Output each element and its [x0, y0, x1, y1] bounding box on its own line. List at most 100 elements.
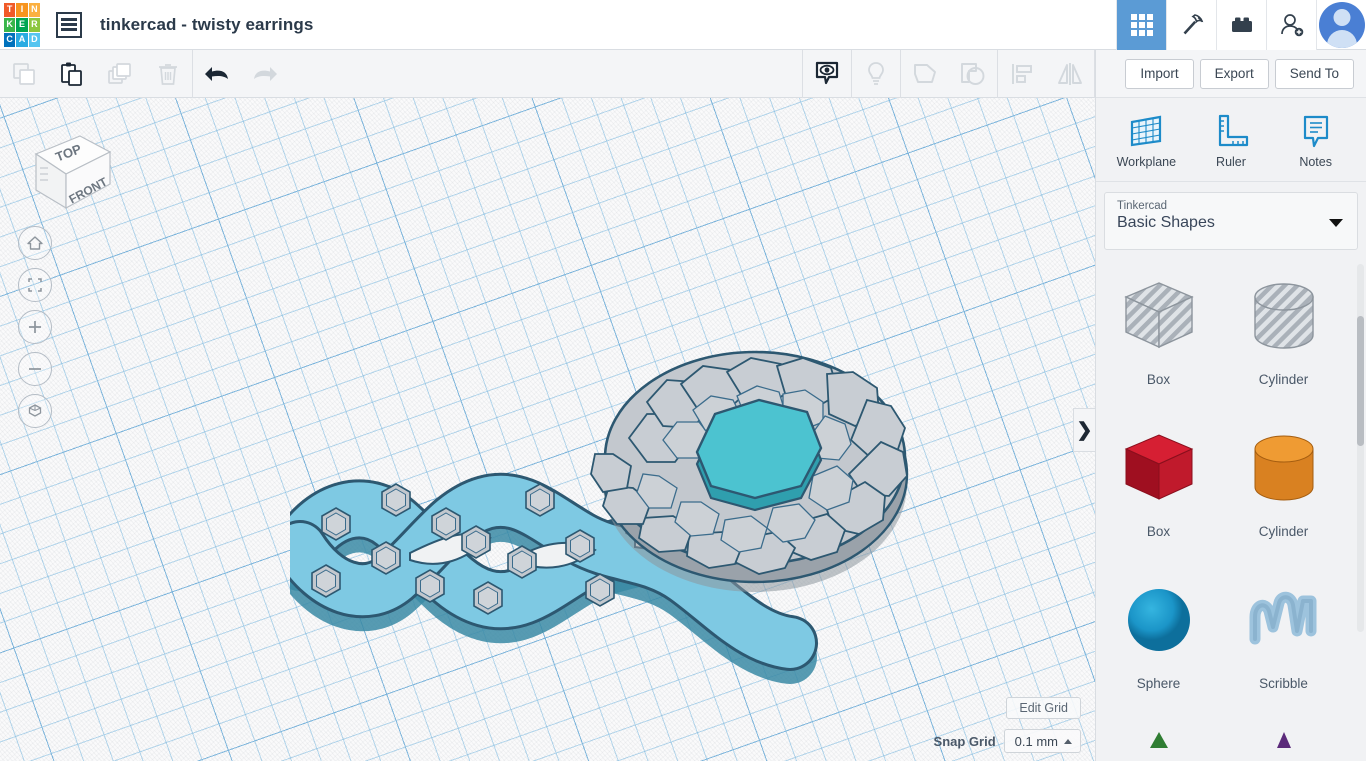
plus-icon — [29, 321, 41, 333]
hole-box-icon — [1113, 272, 1205, 364]
snap-grid-value: 0.1 mm — [1014, 733, 1058, 749]
shape-row-partial — [1096, 720, 1366, 761]
shape-item-solid-cylinder[interactable]: Cylinder — [1221, 416, 1346, 568]
paste-icon — [61, 62, 82, 86]
undo-arrow-icon — [205, 66, 228, 81]
shape-item-partial-green[interactable] — [1096, 720, 1221, 761]
show-hide-button[interactable] — [803, 50, 851, 98]
send-to-button[interactable]: Send To — [1274, 58, 1354, 89]
right-panel: Import Export Send To Workplane Ruler No… — [1095, 50, 1366, 761]
ruler-icon — [1218, 114, 1249, 146]
shape-label: Scribble — [1259, 676, 1308, 691]
snap-grid-select[interactable]: 0.1 mm — [1003, 729, 1081, 753]
eye-bubble-icon — [815, 61, 839, 84]
edit-toolbar — [0, 49, 1095, 98]
ruler-tool[interactable]: Ruler — [1192, 111, 1270, 169]
logo-cell-c: C — [4, 32, 16, 47]
view-cube[interactable]: TOP FRONT — [18, 116, 118, 216]
logo-cell-n: N — [28, 2, 40, 17]
export-button[interactable]: Export — [1199, 58, 1269, 89]
invite-button[interactable] — [1266, 0, 1316, 50]
list-menu-icon[interactable] — [56, 11, 82, 38]
snap-grid-control: Snap Grid 0.1 mm — [934, 729, 1081, 753]
panel-action-row: Import Export Send To — [1096, 50, 1366, 98]
codeblocks-button[interactable] — [1166, 0, 1216, 50]
duplicate-button[interactable] — [96, 50, 144, 98]
shape-grid: Box Cylinder Box Cylinder Sphere Scribbl… — [1096, 250, 1366, 761]
shape-library-select[interactable]: Tinkercad Basic Shapes — [1104, 192, 1358, 250]
paste-button[interactable] — [48, 50, 96, 98]
ungroup-button[interactable] — [949, 50, 997, 98]
panel-tools-row: Workplane Ruler Notes — [1096, 98, 1366, 182]
shape-item-hole-box[interactable]: Box — [1096, 264, 1221, 416]
perspective-toggle-button[interactable] — [18, 394, 52, 428]
pickaxe-icon — [1183, 13, 1203, 34]
import-button[interactable]: Import — [1125, 58, 1194, 89]
account-avatar[interactable] — [1316, 0, 1366, 50]
logo-cell-e: E — [16, 17, 28, 32]
group-button[interactable] — [901, 50, 949, 98]
mirror-flip-icon — [1058, 62, 1082, 85]
delete-button[interactable] — [144, 50, 192, 98]
shape-label: Cylinder — [1258, 524, 1309, 539]
blocks-button[interactable] — [1216, 0, 1266, 50]
shape-item-sphere[interactable]: Sphere — [1096, 568, 1221, 720]
shape-item-partial-purple[interactable] — [1221, 720, 1346, 761]
mirror-button[interactable] — [1046, 50, 1094, 98]
workplane-icon — [1131, 115, 1162, 146]
shape-label: Cylinder — [1258, 372, 1309, 387]
chevron-up-icon — [1064, 738, 1072, 744]
light-button[interactable] — [852, 50, 900, 98]
shape-item-solid-box[interactable]: Box — [1096, 416, 1221, 568]
home-view-button[interactable] — [18, 226, 52, 260]
twisty-earrings-model[interactable] — [270, 298, 990, 718]
trash-icon — [159, 63, 177, 85]
fit-view-button[interactable] — [18, 268, 52, 302]
cube-icon — [28, 404, 42, 417]
panel-toggle-button[interactable]: ❯ — [1073, 408, 1095, 452]
lightbulb-icon — [868, 61, 884, 85]
shape-row: Sphere Scribble — [1096, 568, 1366, 720]
lego-brick-icon — [1231, 17, 1252, 32]
top-bar-actions — [1116, 0, 1366, 50]
solid-sphere-icon — [1113, 576, 1205, 668]
ungroup-shapes-icon — [961, 62, 985, 85]
shape-row: Box Cylinder — [1096, 264, 1366, 416]
shape-library-value: Basic Shapes — [1117, 214, 1215, 231]
align-icon — [1012, 63, 1032, 84]
align-button[interactable] — [998, 50, 1046, 98]
ruler-tool-label: Ruler — [1216, 154, 1246, 169]
notes-icon — [1303, 115, 1328, 147]
avatar-icon — [1318, 1, 1365, 48]
notes-tool[interactable]: Notes — [1277, 111, 1355, 169]
grid-icon — [1130, 13, 1153, 36]
copy-button[interactable] — [0, 50, 48, 98]
fit-brackets-icon — [28, 278, 42, 292]
shape-row: Box Cylinder — [1096, 416, 1366, 568]
edit-grid-button[interactable]: Edit Grid — [1006, 697, 1081, 719]
logo-cell-a: A — [16, 32, 28, 47]
workplane-tool[interactable]: Workplane — [1107, 111, 1185, 169]
partial-purple-icon — [1238, 728, 1330, 761]
shape-item-scribble[interactable]: Scribble — [1221, 568, 1346, 720]
undo-button[interactable] — [193, 50, 241, 98]
redo-button[interactable] — [241, 50, 289, 98]
3d-viewport[interactable]: TOP FRONT ❯ Edit Grid Snap Grid 0.1 mm — [0, 98, 1095, 761]
shape-label: Box — [1146, 372, 1171, 387]
tinkercad-logo[interactable]: TINKERCAD — [0, 0, 44, 50]
zoom-in-button[interactable] — [18, 310, 52, 344]
hole-cylinder-icon — [1238, 272, 1330, 364]
scrollbar-thumb[interactable] — [1357, 316, 1364, 446]
notes-tool-label: Notes — [1299, 154, 1332, 169]
duplicate-icon — [108, 62, 131, 84]
grid-view-button[interactable] — [1116, 0, 1166, 50]
minus-icon — [29, 368, 41, 370]
logo-cell-k: K — [4, 17, 16, 32]
chevron-right-icon: ❯ — [1076, 419, 1093, 441]
shape-grid-scrollbar[interactable] — [1357, 264, 1364, 632]
shape-item-hole-cylinder[interactable]: Cylinder — [1221, 264, 1346, 416]
logo-cell-r: R — [28, 17, 40, 32]
scribble-icon — [1238, 576, 1330, 668]
solid-cylinder-icon — [1238, 424, 1330, 516]
zoom-out-button[interactable] — [18, 352, 52, 386]
